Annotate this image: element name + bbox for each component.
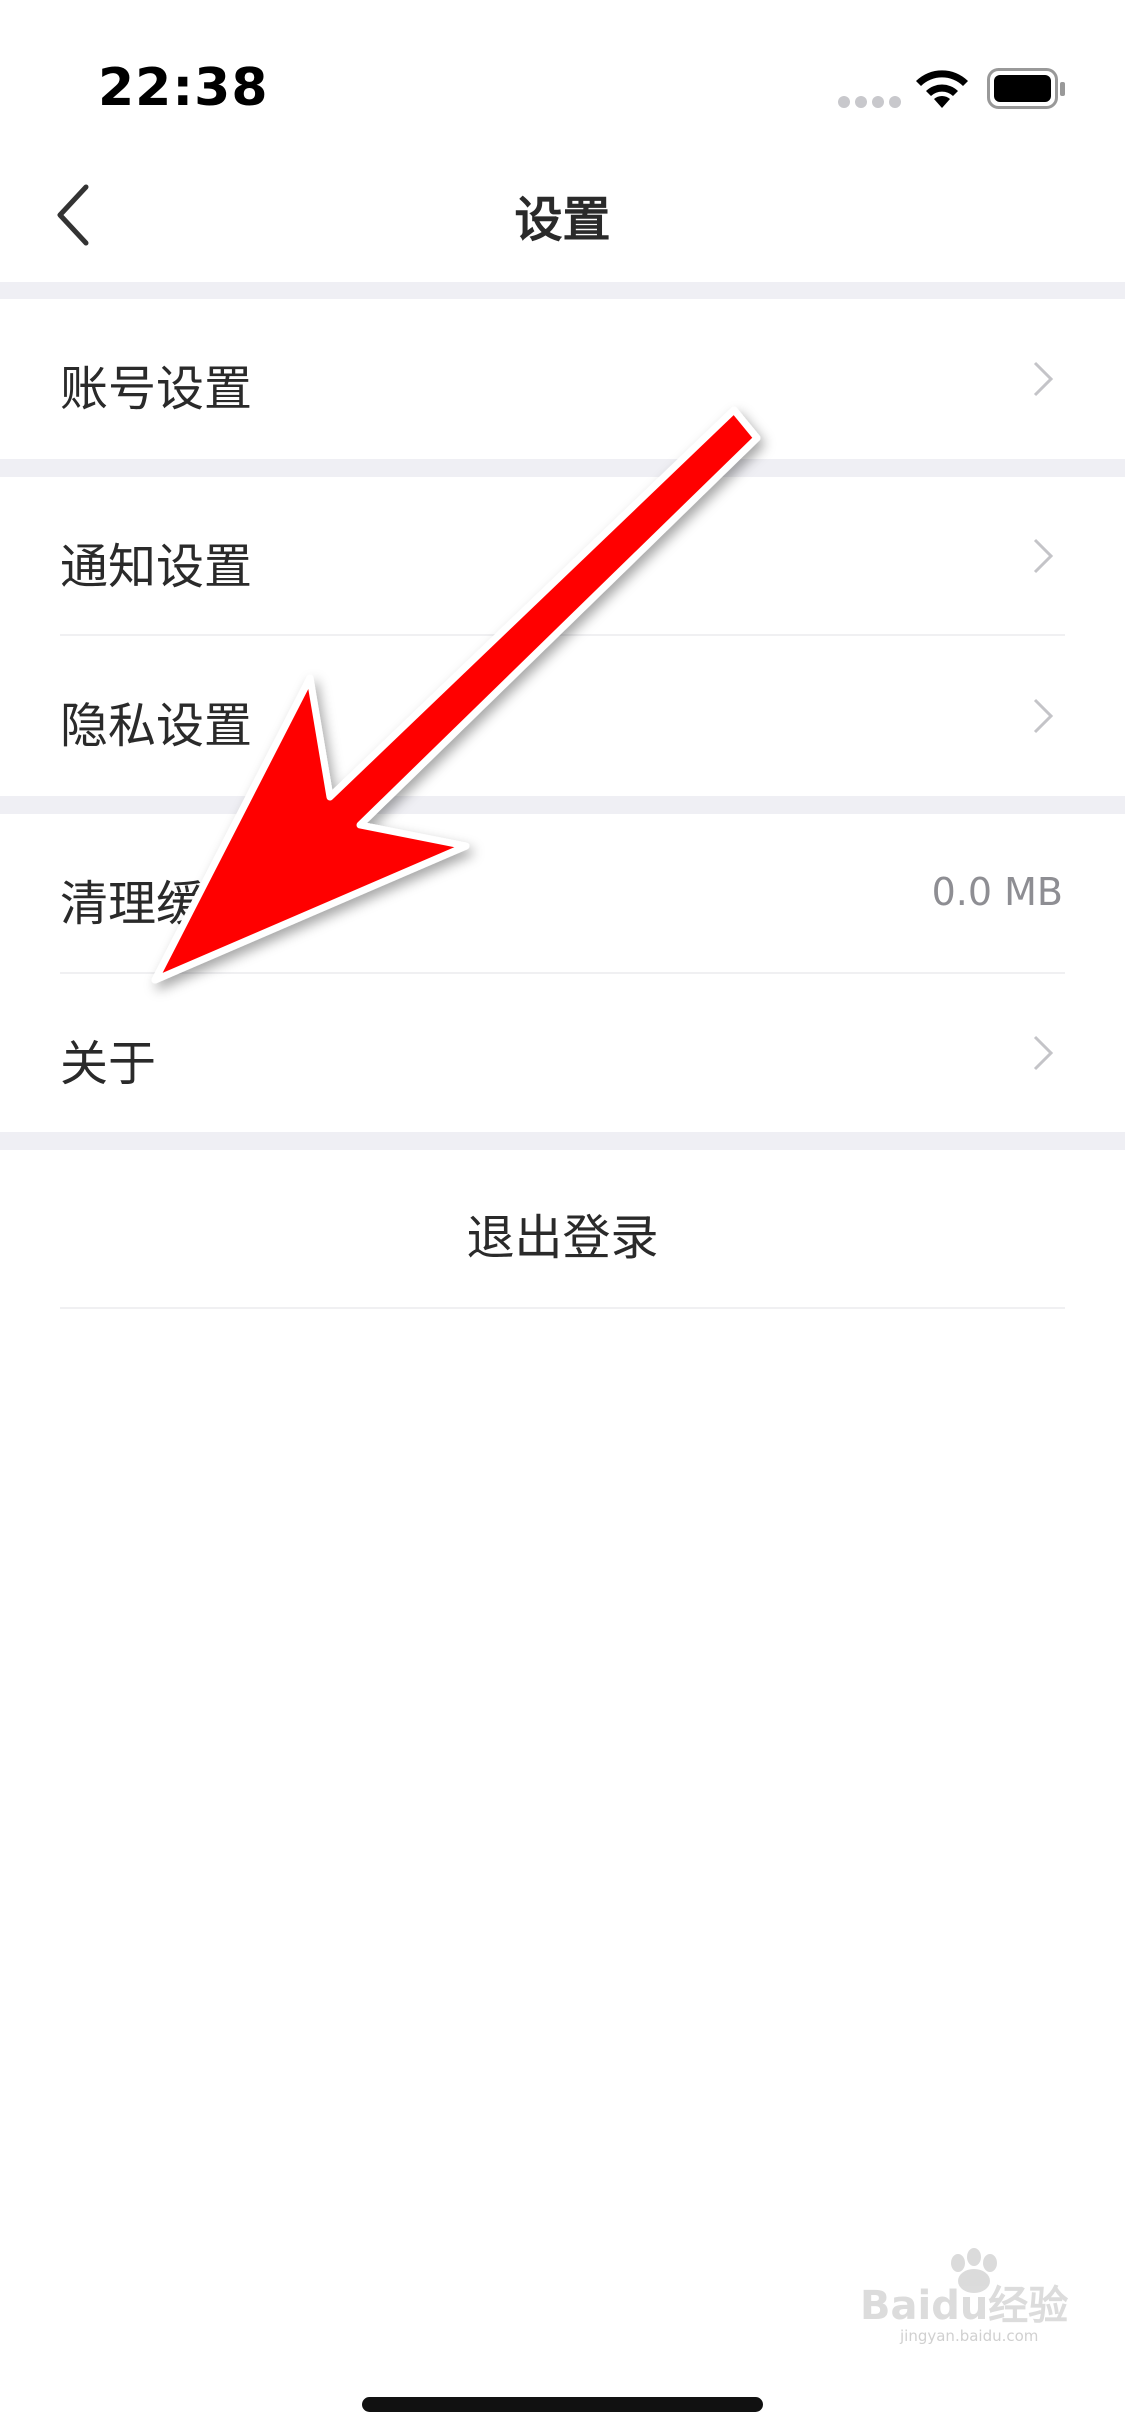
row-clear-cache[interactable]: 清理缓存 0.0 MB: [0, 814, 1125, 972]
section-gap: [0, 459, 1125, 477]
row-label-about: 关于: [60, 1036, 157, 1092]
row-account-settings[interactable]: 账号设置: [0, 299, 1125, 459]
chevron-right-icon: [1033, 361, 1054, 397]
row-privacy-settings[interactable]: 隐私设置: [0, 636, 1125, 796]
page-title: 设置: [514, 192, 611, 248]
chevron-right-icon: [1033, 1035, 1054, 1071]
chevron-right-icon: [1033, 538, 1054, 574]
row-label-cache: 清理缓存: [60, 876, 253, 932]
status-bar: 22:38: [0, 0, 1125, 150]
divider: [60, 1307, 1065, 1309]
row-notification-settings[interactable]: 通知设置: [0, 477, 1125, 635]
baidu-jingyan-watermark: Baidu经验 jingyan.baidu.com: [860, 2248, 1068, 2345]
logout-button[interactable]: 退出登录: [0, 1150, 1125, 1308]
navigation-bar: 设置: [0, 150, 1125, 282]
watermark-subtext: jingyan.baidu.com: [899, 2327, 1038, 2345]
status-time: 22:38: [98, 58, 269, 118]
logout-label: 退出登录: [466, 1210, 659, 1266]
cache-size-value: 0.0 MB: [931, 870, 1063, 914]
battery-icon: [987, 68, 1065, 109]
signal-dots-icon: [838, 96, 902, 108]
row-about[interactable]: 关于: [0, 974, 1125, 1132]
row-label-account: 账号设置: [60, 361, 253, 417]
section-gap: [0, 796, 1125, 814]
home-indicator[interactable]: [362, 2397, 763, 2412]
wifi-icon: [916, 70, 968, 108]
chevron-right-icon: [1033, 698, 1054, 734]
row-label-privacy: 隐私设置: [60, 698, 253, 754]
section-gap: [0, 282, 1125, 299]
row-label-notification: 通知设置: [60, 539, 253, 595]
section-gap: [0, 1132, 1125, 1150]
watermark-text: Baidu经验: [860, 2283, 1068, 2329]
